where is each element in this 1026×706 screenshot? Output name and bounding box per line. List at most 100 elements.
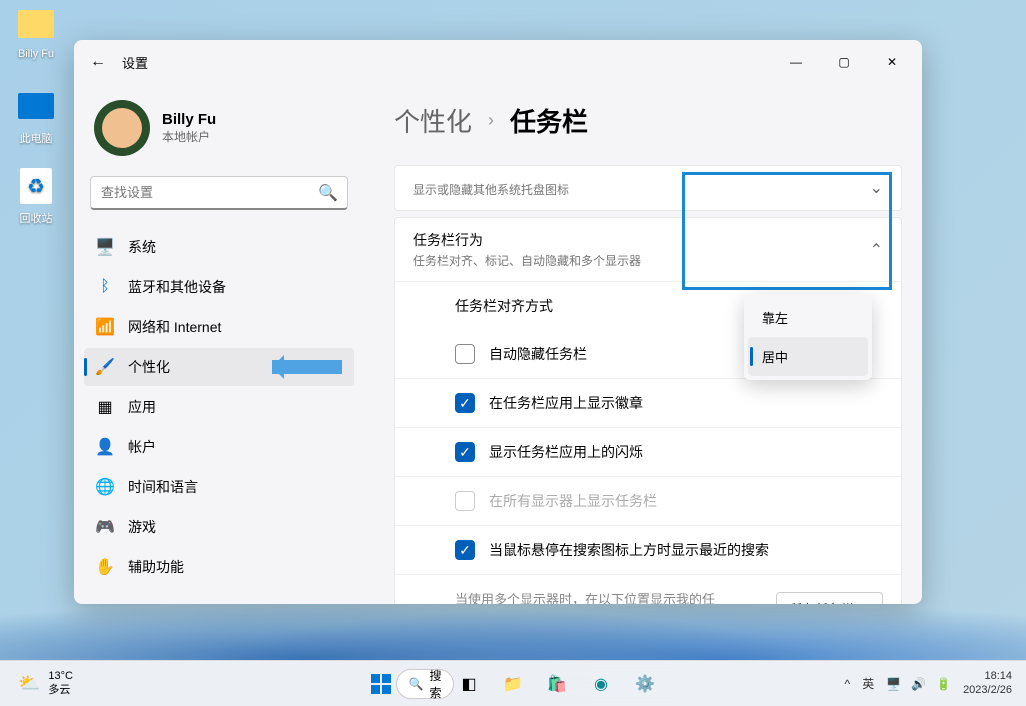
nav-label: 个性化 bbox=[128, 357, 170, 377]
setting-label: 当鼠标悬停在搜索图标上方时显示最近的搜索 bbox=[489, 540, 883, 560]
edge-button[interactable]: ◉ bbox=[582, 665, 620, 703]
checkbox[interactable] bbox=[455, 344, 475, 364]
start-button[interactable] bbox=[362, 665, 400, 703]
section-subtitle: 显示或隐藏其他系统托盘图标 bbox=[413, 181, 569, 198]
volume-icon[interactable]: 🔊 bbox=[911, 677, 926, 691]
nav-item-8[interactable]: ✋ 辅助功能 bbox=[84, 548, 354, 586]
sidebar: Billy Fu 本地帐户 🔍 🖥️ 系统 ᛒ 蓝牙和其他设备 📶 网络和 Interne… bbox=[74, 84, 364, 604]
nav-label: 时间和语言 bbox=[128, 477, 198, 497]
desktop-recycle-bin[interactable]: ♻ 回收站 bbox=[6, 166, 66, 226]
weather-widget[interactable]: ⛅ 13°C 多云 bbox=[0, 670, 73, 696]
nav-icon: 🖌️ bbox=[96, 358, 114, 376]
nav-item-2[interactable]: 📶 网络和 Internet bbox=[84, 308, 354, 346]
explorer-button[interactable]: 📁 bbox=[494, 665, 532, 703]
nav-label: 蓝牙和其他设备 bbox=[128, 277, 226, 297]
dropdown-option-center[interactable]: 居中 bbox=[748, 337, 868, 376]
chevron-right-icon: › bbox=[488, 110, 494, 131]
desktop-icon-label: 此电脑 bbox=[6, 130, 66, 146]
search-button[interactable]: 🔍 搜索 bbox=[406, 665, 444, 703]
setting-label: 显示任务栏应用上的闪烁 bbox=[489, 442, 883, 462]
profile-name: Billy Fu bbox=[162, 111, 216, 128]
setting-row: 在所有显示器上显示任务栏 bbox=[395, 476, 901, 525]
close-button[interactable]: ✕ bbox=[870, 47, 914, 77]
checkbox[interactable]: ✓ bbox=[455, 540, 475, 560]
dropdown-option-left[interactable]: 靠左 bbox=[748, 298, 868, 337]
minimize-button[interactable]: — bbox=[774, 47, 818, 77]
nav-item-7[interactable]: 🎮 游戏 bbox=[84, 508, 354, 546]
nav-label: 网络和 Internet bbox=[128, 317, 221, 337]
nav-icon: 📶 bbox=[96, 318, 114, 336]
search-icon: 🔍 bbox=[318, 183, 338, 203]
taskbar-center: 🔍 搜索 ◧ 📁 🛍️ ◉ ⚙️ bbox=[362, 665, 664, 703]
nav-icon: ᛒ bbox=[96, 278, 114, 296]
settings-button[interactable]: ⚙️ bbox=[626, 665, 664, 703]
nav-icon: ▦ bbox=[96, 398, 114, 416]
section-title: 任务栏行为 bbox=[413, 230, 641, 250]
breadcrumb-current: 任务栏 bbox=[510, 102, 588, 139]
setting-row: ✓ 在任务栏应用上显示徽章 bbox=[395, 378, 901, 427]
alignment-dropdown: 靠左 居中 bbox=[744, 294, 872, 380]
nav-icon: 🖥️ bbox=[96, 238, 114, 256]
search-label: 搜索 bbox=[429, 667, 441, 701]
search-icon: 🔍 bbox=[409, 677, 424, 691]
task-view-button[interactable]: ◧ bbox=[450, 665, 488, 703]
setting-label: 在所有显示器上显示任务栏 bbox=[489, 491, 883, 511]
nav-item-6[interactable]: 🌐 时间和语言 bbox=[84, 468, 354, 506]
nav-item-5[interactable]: 👤 帐户 bbox=[84, 428, 354, 466]
desktop-this-pc[interactable]: 此电脑 bbox=[6, 86, 66, 146]
checkbox[interactable]: ✓ bbox=[455, 442, 475, 462]
folder-icon bbox=[18, 10, 54, 38]
profile[interactable]: Billy Fu 本地帐户 bbox=[78, 92, 360, 176]
settings-window: ← 设置 — ▢ ✕ Billy Fu 本地帐户 🔍 🖥️ 系统 ᛒ 蓝牙和其他设备 📶… bbox=[74, 40, 922, 604]
maximize-button[interactable]: ▢ bbox=[822, 47, 866, 77]
nav-icon: ✋ bbox=[96, 558, 114, 576]
content: 个性化 › 任务栏 显示或隐藏其他系统托盘图标 ⌄ 任务栏行为 任务栏对齐、标记… bbox=[364, 84, 922, 604]
store-button[interactable]: 🛍️ bbox=[538, 665, 576, 703]
back-button[interactable]: ← bbox=[90, 53, 106, 71]
section-taskbar-behaviors: 任务栏行为 任务栏对齐、标记、自动隐藏和多个显示器 ⌃ 任务栏对齐方式 自动隐藏… bbox=[394, 217, 902, 604]
clock-time: 18:14 bbox=[963, 670, 1012, 683]
battery-icon[interactable]: 🔋 bbox=[936, 677, 951, 691]
multi-display-label: 当使用多个显示器时，在以下位置显示我的任务栏应用 bbox=[455, 589, 715, 604]
setting-label: 在任务栏应用上显示徽章 bbox=[489, 393, 883, 413]
titlebar: ← 设置 — ▢ ✕ bbox=[74, 40, 922, 84]
desktop-folder[interactable]: Billy Fu bbox=[6, 4, 66, 60]
weather-temp: 13°C bbox=[48, 670, 73, 683]
avatar bbox=[94, 100, 150, 156]
network-icon[interactable]: 🖥️ bbox=[886, 677, 901, 691]
nav-icon: 👤 bbox=[96, 438, 114, 456]
nav-icon: 🌐 bbox=[96, 478, 114, 496]
nav-icon: 🎮 bbox=[96, 518, 114, 536]
system-tray: ^ 英 🖥️ 🔊 🔋 18:14 2023/2/26 bbox=[845, 670, 1026, 696]
weather-icon: ⛅ bbox=[18, 673, 40, 694]
windows-icon bbox=[371, 674, 391, 694]
checkbox[interactable]: ✓ bbox=[455, 393, 475, 413]
ime-indicator[interactable]: 英 bbox=[862, 675, 874, 692]
nav-item-4[interactable]: ▦ 应用 bbox=[84, 388, 354, 426]
setting-row: ✓ 当鼠标悬停在搜索图标上方时显示最近的搜索 bbox=[395, 525, 901, 574]
clock-date: 2023/2/26 bbox=[963, 684, 1012, 697]
section-subtitle: 任务栏对齐、标记、自动隐藏和多个显示器 bbox=[413, 252, 641, 269]
breadcrumb-parent[interactable]: 个性化 bbox=[394, 102, 472, 139]
nav-label: 应用 bbox=[128, 397, 156, 417]
multi-display-combo[interactable]: 所有任务栏 bbox=[776, 592, 883, 605]
section-tray-icons[interactable]: 显示或隐藏其他系统托盘图标 ⌄ bbox=[394, 165, 902, 211]
search-input[interactable] bbox=[90, 176, 348, 210]
search-box: 🔍 bbox=[90, 176, 348, 210]
tray-chevron-icon[interactable]: ^ bbox=[845, 677, 851, 691]
nav-list: 🖥️ 系统 ᛒ 蓝牙和其他设备 📶 网络和 Internet 🖌️ 个性化 ▦ 应用 👤 帐户 🌐 时间和… bbox=[78, 228, 360, 586]
bin-icon: ♻ bbox=[20, 168, 52, 204]
nav-label: 帐户 bbox=[128, 437, 156, 457]
profile-subtitle: 本地帐户 bbox=[162, 128, 216, 145]
breadcrumb: 个性化 › 任务栏 bbox=[394, 84, 902, 165]
nav-label: 游戏 bbox=[128, 517, 156, 537]
section-header[interactable]: 任务栏行为 任务栏对齐、标记、自动隐藏和多个显示器 ⌃ bbox=[395, 218, 901, 281]
nav-item-3[interactable]: 🖌️ 个性化 bbox=[84, 348, 354, 386]
nav-label: 辅助功能 bbox=[128, 557, 184, 577]
clock[interactable]: 18:14 2023/2/26 bbox=[963, 670, 1012, 696]
desktop-icon-label: 回收站 bbox=[6, 210, 66, 226]
taskbar: ⛅ 13°C 多云 🔍 搜索 ◧ 📁 🛍️ ◉ ⚙️ ^ 英 🖥️ 🔊 🔋 18:… bbox=[0, 660, 1026, 706]
nav-item-0[interactable]: 🖥️ 系统 bbox=[84, 228, 354, 266]
nav-label: 系统 bbox=[128, 237, 156, 257]
nav-item-1[interactable]: ᛒ 蓝牙和其他设备 bbox=[84, 268, 354, 306]
